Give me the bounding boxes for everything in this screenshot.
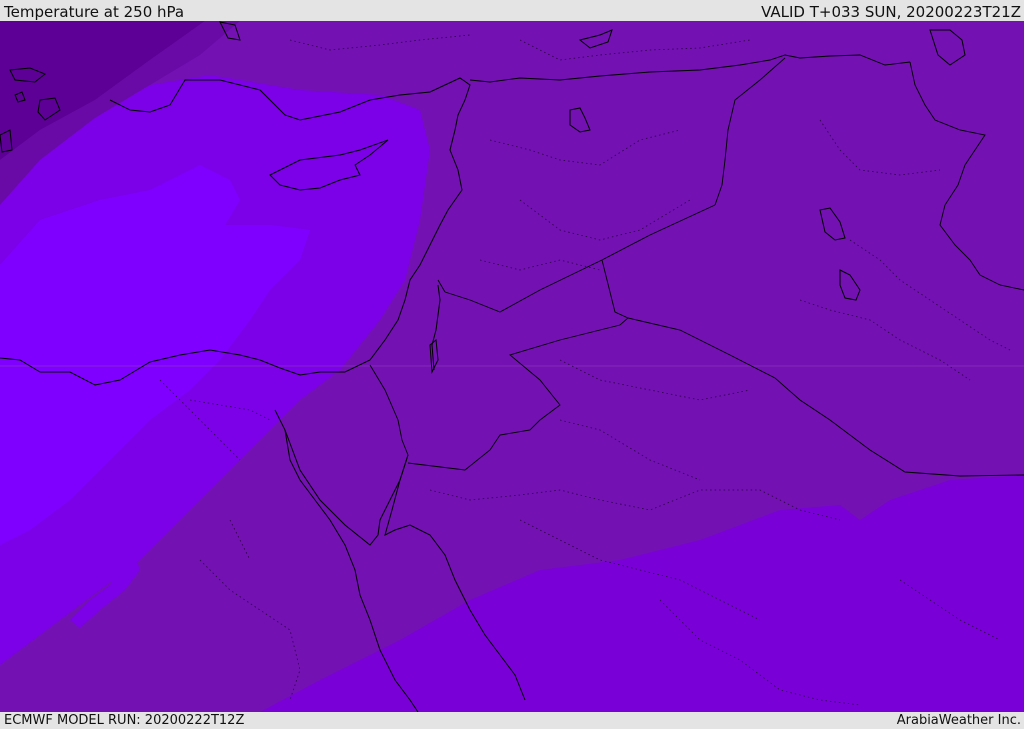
footer-bar: ECMWF MODEL RUN: 20200222T12Z ArabiaWeat…: [0, 712, 1024, 729]
valid-time: VALID T+033 SUN, 20200223T21Z: [761, 3, 1021, 21]
model-run: ECMWF MODEL RUN: 20200222T12Z: [4, 713, 245, 728]
header-bar: Temperature at 250 hPa VALID T+033 SUN, …: [0, 3, 1024, 21]
map-title: Temperature at 250 hPa: [4, 3, 185, 21]
credit: ArabiaWeather Inc.: [896, 713, 1021, 728]
weather-map[interactable]: [0, 21, 1024, 712]
